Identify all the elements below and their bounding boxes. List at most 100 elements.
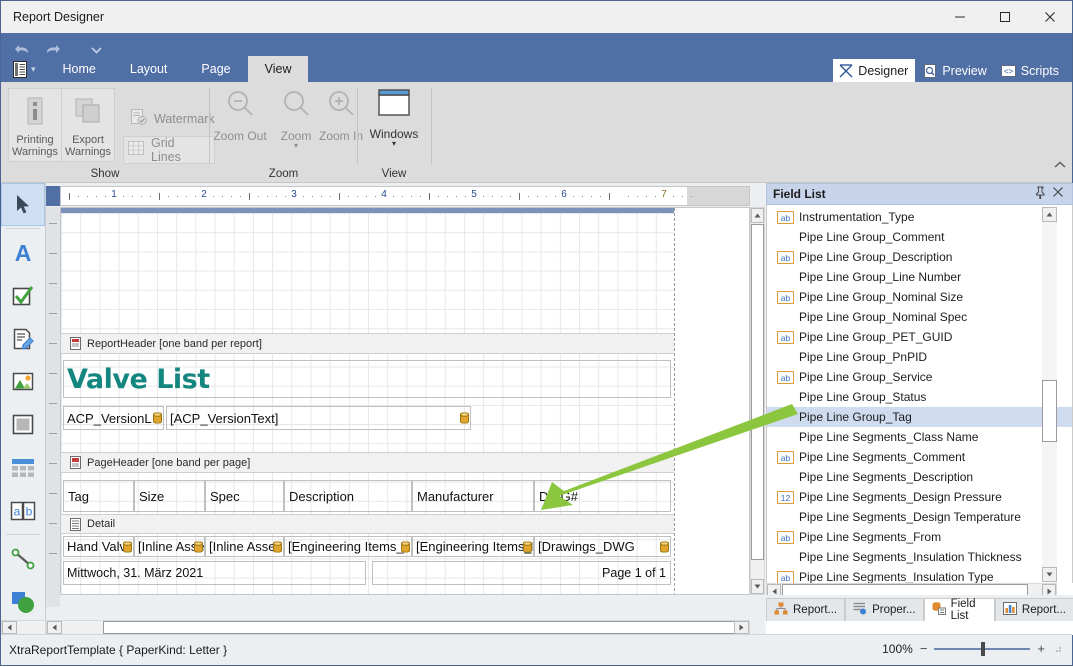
column-header-manufacturer[interactable]: Manufacturer: [412, 480, 534, 512]
field-list-item[interactable]: Pipe Line Group_Service: [767, 367, 1072, 387]
detail-field-spec[interactable]: [Inline Asset: [205, 536, 284, 557]
tab-field-list[interactable]: Field List: [923, 598, 995, 622]
column-header-tag[interactable]: Tag: [63, 480, 134, 512]
column-header-spec[interactable]: Spec: [205, 480, 284, 512]
detail-field-description[interactable]: [Engineering Items_: [284, 536, 412, 557]
tab-report-gallery[interactable]: Report...: [994, 598, 1073, 621]
field-list-item[interactable]: Pipe Line Segments_Insulation Type: [767, 567, 1072, 583]
field-list-item[interactable]: Pipe Line Segments_Class Name: [767, 427, 1072, 447]
field-list-item[interactable]: Instrumentation_Type: [767, 207, 1072, 227]
field-list-vertical-scrollbar[interactable]: [1042, 207, 1057, 582]
detail-field-dwg[interactable]: [Drawings_DWG: [534, 536, 671, 557]
canvas-scroll-down-button[interactable]: [751, 579, 764, 594]
toolbox-item-character-comb[interactable]: ab: [1, 489, 45, 532]
canvas-horizontal-scrollbar[interactable]: [46, 620, 750, 635]
minimize-button[interactable]: [937, 1, 982, 33]
canvas-scroll-up-button[interactable]: [751, 208, 764, 223]
toolbox-item-rich-text[interactable]: [1, 317, 45, 360]
export-warnings-button[interactable]: Export Warnings: [61, 88, 115, 162]
toolbox-item-check-box[interactable]: [1, 274, 45, 317]
band-report-header[interactable]: ReportHeader [one band per report]: [61, 333, 674, 354]
acp-version-text-control[interactable]: [ACP_VersionText]: [166, 406, 471, 430]
canvas-scroll-right-button[interactable]: [734, 621, 749, 634]
field-list-item[interactable]: Pipe Line Segments_Design Temperature: [767, 507, 1072, 527]
report-title-control[interactable]: Valve List: [63, 360, 671, 398]
zoom-slider-handle[interactable]: [981, 642, 986, 656]
pin-icon[interactable]: [1034, 186, 1046, 202]
report-designer-window: Report Designer ▾ Home Layout Page View …: [0, 0, 1073, 666]
ribbon-tab-view[interactable]: View: [247, 56, 309, 82]
field-list-item[interactable]: Pipe Line Group_Description: [767, 247, 1072, 267]
field-list-item[interactable]: Pipe Line Segments_From: [767, 527, 1072, 547]
windows-dropdown-caret[interactable]: ▾: [392, 140, 396, 148]
ribbon-tab-page[interactable]: Page: [184, 56, 247, 82]
field-list-item[interactable]: Pipe Line Group_PET_GUID: [767, 327, 1072, 347]
zoom-dropdown-caret[interactable]: ▾: [294, 142, 298, 150]
toolbox-item-pointer[interactable]: [1, 183, 45, 226]
page-footer-page-info-control[interactable]: Page 1 of 1: [372, 561, 671, 585]
toolbox-item-line[interactable]: [1, 537, 45, 580]
zoom-slider[interactable]: [934, 641, 1031, 657]
application-menu-button[interactable]: ▾: [7, 56, 46, 82]
printing-warnings-button[interactable]: Printing Warnings: [8, 88, 62, 162]
field-list-item[interactable]: Pipe Line Group_Comment: [767, 227, 1072, 247]
toolbox-item-label[interactable]: A: [1, 231, 45, 274]
close-icon[interactable]: [1052, 186, 1064, 202]
ribbon-tab-home[interactable]: Home: [46, 56, 113, 82]
field-list-item[interactable]: Pipe Line Group_Tag: [767, 407, 1072, 427]
grid-lines-button[interactable]: Grid Lines: [123, 136, 215, 164]
canvas-vertical-scrollbar[interactable]: [750, 207, 765, 595]
field-list-item[interactable]: Pipe Line Group_Line Number: [767, 267, 1072, 287]
outer-scroll-left-strip[interactable]: [1, 620, 46, 635]
field-list-body[interactable]: Instrumentation_Type ab Pipe Line Group_Co…: [766, 205, 1073, 583]
resize-grip-icon[interactable]: [1052, 642, 1062, 656]
field-list-item[interactable]: Pipe Line Segments_Comment: [767, 447, 1072, 467]
field-list-item[interactable]: Pipe Line Group_Status: [767, 387, 1072, 407]
column-header-size[interactable]: Size: [134, 480, 205, 512]
field-list-item[interactable]: Pipe Line Segments_Design Pressure: [767, 487, 1072, 507]
zoom-in-button-status[interactable]: +: [1037, 642, 1045, 655]
field-list-item[interactable]: Pipe Line Group_Nominal Spec: [767, 307, 1072, 327]
ribbon-tab-layout[interactable]: Layout: [113, 56, 185, 82]
tab-report-explorer[interactable]: Report...: [766, 598, 846, 621]
windows-button[interactable]: Windows ▾: [363, 88, 425, 160]
field-list-item[interactable]: Pipe Line Segments_Description: [767, 467, 1072, 487]
report-canvas[interactable]: ReportHeader [one band per report] Valve…: [60, 207, 750, 595]
column-header-dwg[interactable]: DWG#: [534, 480, 671, 512]
field-list-item[interactable]: Pipe Line Group_Nominal Size: [767, 287, 1072, 307]
toolbox-item-panel[interactable]: [1, 403, 45, 446]
detail-field-size[interactable]: [Inline Asse: [134, 536, 205, 557]
acp-version-label-control[interactable]: ACP_VersionL: [63, 406, 164, 430]
toolbox-item-picture-box[interactable]: [1, 360, 45, 403]
canvas-scroll-thumb[interactable]: [751, 224, 764, 560]
view-mode-designer[interactable]: Designer: [833, 59, 916, 83]
band-page-header[interactable]: PageHeader [one band per page]: [61, 452, 674, 473]
view-mode-scripts[interactable]: <> Scripts: [996, 59, 1066, 83]
field-list-scroll-up-button[interactable]: [1042, 207, 1057, 222]
data-binding-marker-icon: [401, 540, 410, 553]
field-list-scroll-thumb[interactable]: [1042, 380, 1057, 442]
detail-field-tag[interactable]: Hand Valv: [63, 536, 134, 557]
tab-properties[interactable]: Proper...: [845, 598, 924, 621]
ribbon-group-view: Windows ▾ View: [358, 82, 430, 182]
canvas-scroll-left-button[interactable]: [47, 621, 62, 634]
field-list-item[interactable]: Pipe Line Group_PnPID: [767, 347, 1072, 367]
toolbox-item-table[interactable]: [1, 446, 45, 489]
detail-field-manufacturer[interactable]: [Engineering Items_M: [412, 536, 534, 557]
maximize-button[interactable]: [982, 1, 1027, 33]
field-list-scroll-down-button[interactable]: [1042, 567, 1057, 582]
zoom-out-button[interactable]: Zoom Out: [212, 88, 268, 160]
band-detail-label: Detail: [87, 518, 116, 530]
collapse-ribbon-button[interactable]: [1054, 161, 1066, 171]
zoom-button[interactable]: Zoom ▾: [268, 88, 324, 160]
view-mode-preview[interactable]: Preview: [917, 59, 993, 83]
field-list-item[interactable]: Pipe Line Segments_Insulation Thickness: [767, 547, 1072, 567]
page-footer-date-control[interactable]: Mittwoch, 31. März 2021: [63, 561, 366, 585]
close-button[interactable]: [1027, 1, 1072, 33]
band-detail[interactable]: Detail: [61, 514, 674, 534]
zoom-out-button-status[interactable]: −: [920, 642, 928, 655]
canvas-hscroll-thumb[interactable]: [103, 621, 736, 634]
outer-scroll-left-button[interactable]: [2, 621, 17, 634]
toolbox-item-shape[interactable]: [1, 580, 45, 623]
column-header-description[interactable]: Description: [284, 480, 412, 512]
